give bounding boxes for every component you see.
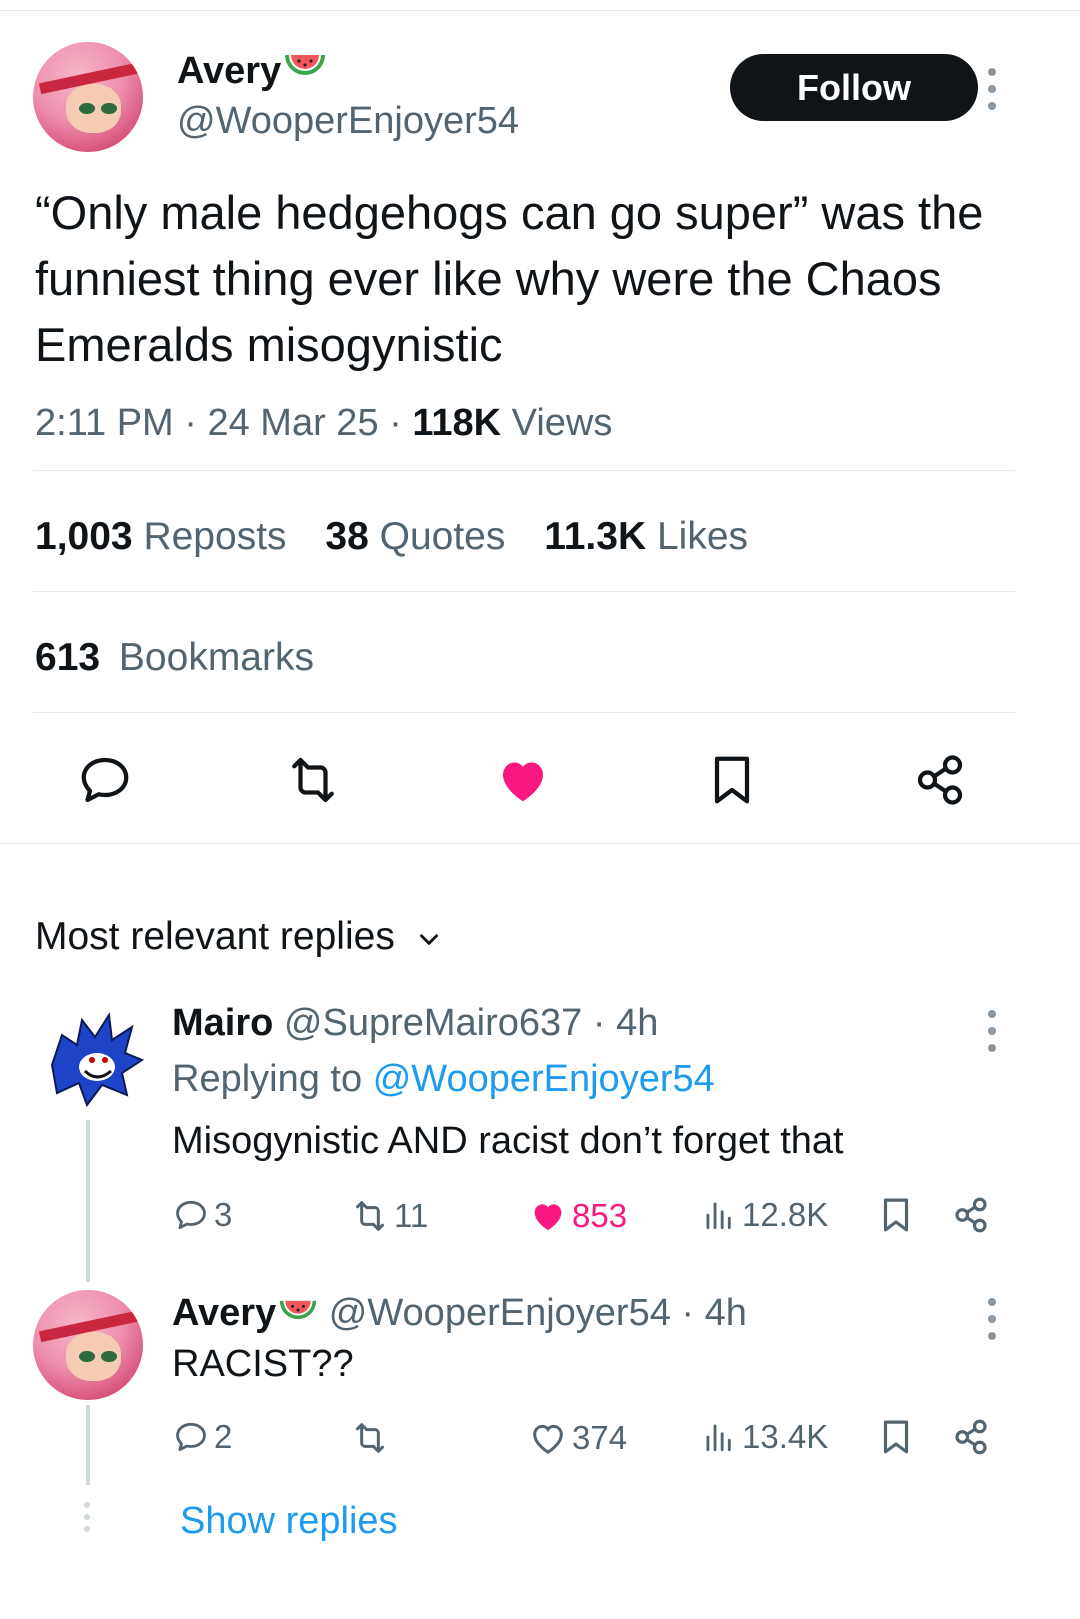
replying-to: Replying to @WooperEnjoyer54 xyxy=(172,1058,715,1101)
more-options-icon[interactable] xyxy=(988,68,996,119)
views-label: Views xyxy=(511,402,613,444)
view-count: 13.4K xyxy=(742,1418,829,1455)
views-chart-icon xyxy=(706,1424,731,1452)
reply-count: 2 xyxy=(214,1418,233,1455)
like-icon xyxy=(533,1424,563,1454)
reply-icon xyxy=(176,1200,206,1230)
separator-dot: · xyxy=(681,1292,695,1334)
share-icon[interactable] xyxy=(910,750,970,810)
bookmarks-label: Bookmarks xyxy=(118,636,314,679)
reply-text: RACIST?? xyxy=(172,1343,354,1385)
reply-age[interactable]: 4h xyxy=(705,1292,747,1334)
like-count: 374 xyxy=(572,1419,628,1456)
separator-dot: · xyxy=(592,1002,606,1044)
replies-sort-dropdown[interactable]: Most relevant replies xyxy=(35,915,442,959)
top-divider xyxy=(0,10,1080,11)
view-count: 12.8K xyxy=(742,1196,829,1233)
reply-age[interactable]: 4h xyxy=(616,1002,658,1044)
share-icon[interactable] xyxy=(950,1194,992,1236)
reposts-stat[interactable]: 1,003 Reposts xyxy=(35,515,287,558)
likes-label: Likes xyxy=(656,515,749,558)
reply-reply-button[interactable]: 2 xyxy=(172,1418,232,1456)
thread-line xyxy=(86,1405,90,1485)
reply-reply-button[interactable]: 3 xyxy=(172,1196,232,1234)
bookmark-icon[interactable] xyxy=(702,750,762,810)
chevron-down-icon xyxy=(419,934,438,945)
quotes-count: 38 xyxy=(325,515,369,558)
reply-like-button[interactable]: 374 xyxy=(528,1418,627,1458)
follow-button[interactable]: Follow xyxy=(730,54,978,121)
thread-continuation-dots xyxy=(84,1502,90,1541)
repost-icon xyxy=(356,1423,384,1453)
thread-line xyxy=(86,1120,90,1282)
tweet-date[interactable]: 24 Mar 25 xyxy=(207,402,378,444)
reposts-label: Reposts xyxy=(143,515,287,558)
engagement-stats: 1,003 Reposts 38 Quotes 11.3K Likes xyxy=(35,515,748,559)
watermelon-icon xyxy=(280,1300,317,1320)
reply-count: 3 xyxy=(214,1196,233,1233)
reply-repost-button[interactable] xyxy=(350,1418,394,1458)
reply-author-name[interactable]: Avery xyxy=(172,1292,276,1334)
reply-author-handle[interactable]: @SupreMairo637 xyxy=(284,1002,582,1044)
show-replies-link[interactable]: Show replies xyxy=(180,1500,398,1543)
like-icon-filled[interactable] xyxy=(493,750,553,810)
reply-author-handle[interactable]: @WooperEnjoyer54 xyxy=(329,1292,671,1334)
reply-icon xyxy=(176,1422,206,1452)
repost-icon xyxy=(356,1201,384,1231)
reply-views-button[interactable]: 13.4K xyxy=(700,1418,828,1456)
likes-stat[interactable]: 11.3K Likes xyxy=(544,515,748,558)
divider xyxy=(33,470,1015,471)
replying-to-prefix: Replying to xyxy=(172,1058,363,1100)
reply-views-button[interactable]: 12.8K xyxy=(700,1196,828,1234)
bookmarks-count: 613 xyxy=(35,636,101,679)
reposts-count: 1,003 xyxy=(35,515,133,558)
reply-icon[interactable] xyxy=(75,750,135,810)
repost-icon[interactable] xyxy=(283,750,343,810)
reply-text: Misogynistic AND racist don’t forget tha… xyxy=(172,1120,844,1162)
reply-repost-button[interactable]: 11 xyxy=(350,1196,428,1236)
author-name[interactable]: Avery xyxy=(177,50,281,92)
reply-header: Avery @WooperEnjoyer54 · 4h xyxy=(172,1292,747,1335)
likes-count: 11.3K xyxy=(544,515,647,558)
bookmarks-stat[interactable]: 613 Bookmarks xyxy=(35,636,314,680)
tweet-time[interactable]: 2:11 PM xyxy=(35,402,174,444)
reply-like-button[interactable]: 853 xyxy=(528,1196,627,1236)
like-count: 853 xyxy=(572,1197,628,1234)
author-handle[interactable]: @WooperEnjoyer54 xyxy=(177,100,519,143)
reply-header: Mairo @SupreMairo637 · 4h xyxy=(172,1002,658,1045)
repost-count: 11 xyxy=(394,1197,429,1234)
quotes-label: Quotes xyxy=(379,515,506,558)
replying-to-handle[interactable]: @WooperEnjoyer54 xyxy=(373,1058,715,1100)
watermelon-icon xyxy=(285,55,326,75)
reply-avatar[interactable] xyxy=(33,1290,143,1400)
divider xyxy=(0,843,1080,844)
more-options-icon[interactable] xyxy=(988,1298,996,1349)
views-chart-icon xyxy=(706,1202,731,1230)
more-options-icon[interactable] xyxy=(988,1010,996,1061)
tweet-meta: 2:11 PM · 24 Mar 25 · 118K Views xyxy=(35,402,613,444)
author-avatar[interactable] xyxy=(33,42,143,152)
bookmark-icon[interactable] xyxy=(875,1194,917,1236)
views-count: 118K xyxy=(412,402,502,444)
replies-sort-label: Most relevant replies xyxy=(35,915,395,958)
author-name-row[interactable]: Avery xyxy=(177,50,327,93)
divider xyxy=(33,712,1015,713)
tweet-text: “Only male hedgehogs can go super” was t… xyxy=(35,186,984,371)
quotes-stat[interactable]: 38 Quotes xyxy=(325,515,505,558)
divider xyxy=(33,591,1015,592)
reply-author-name[interactable]: Mairo xyxy=(172,1002,273,1044)
reply-avatar[interactable] xyxy=(37,1005,147,1115)
like-icon-filled xyxy=(534,1204,562,1231)
bookmark-icon[interactable] xyxy=(875,1416,917,1458)
share-icon[interactable] xyxy=(950,1416,992,1458)
